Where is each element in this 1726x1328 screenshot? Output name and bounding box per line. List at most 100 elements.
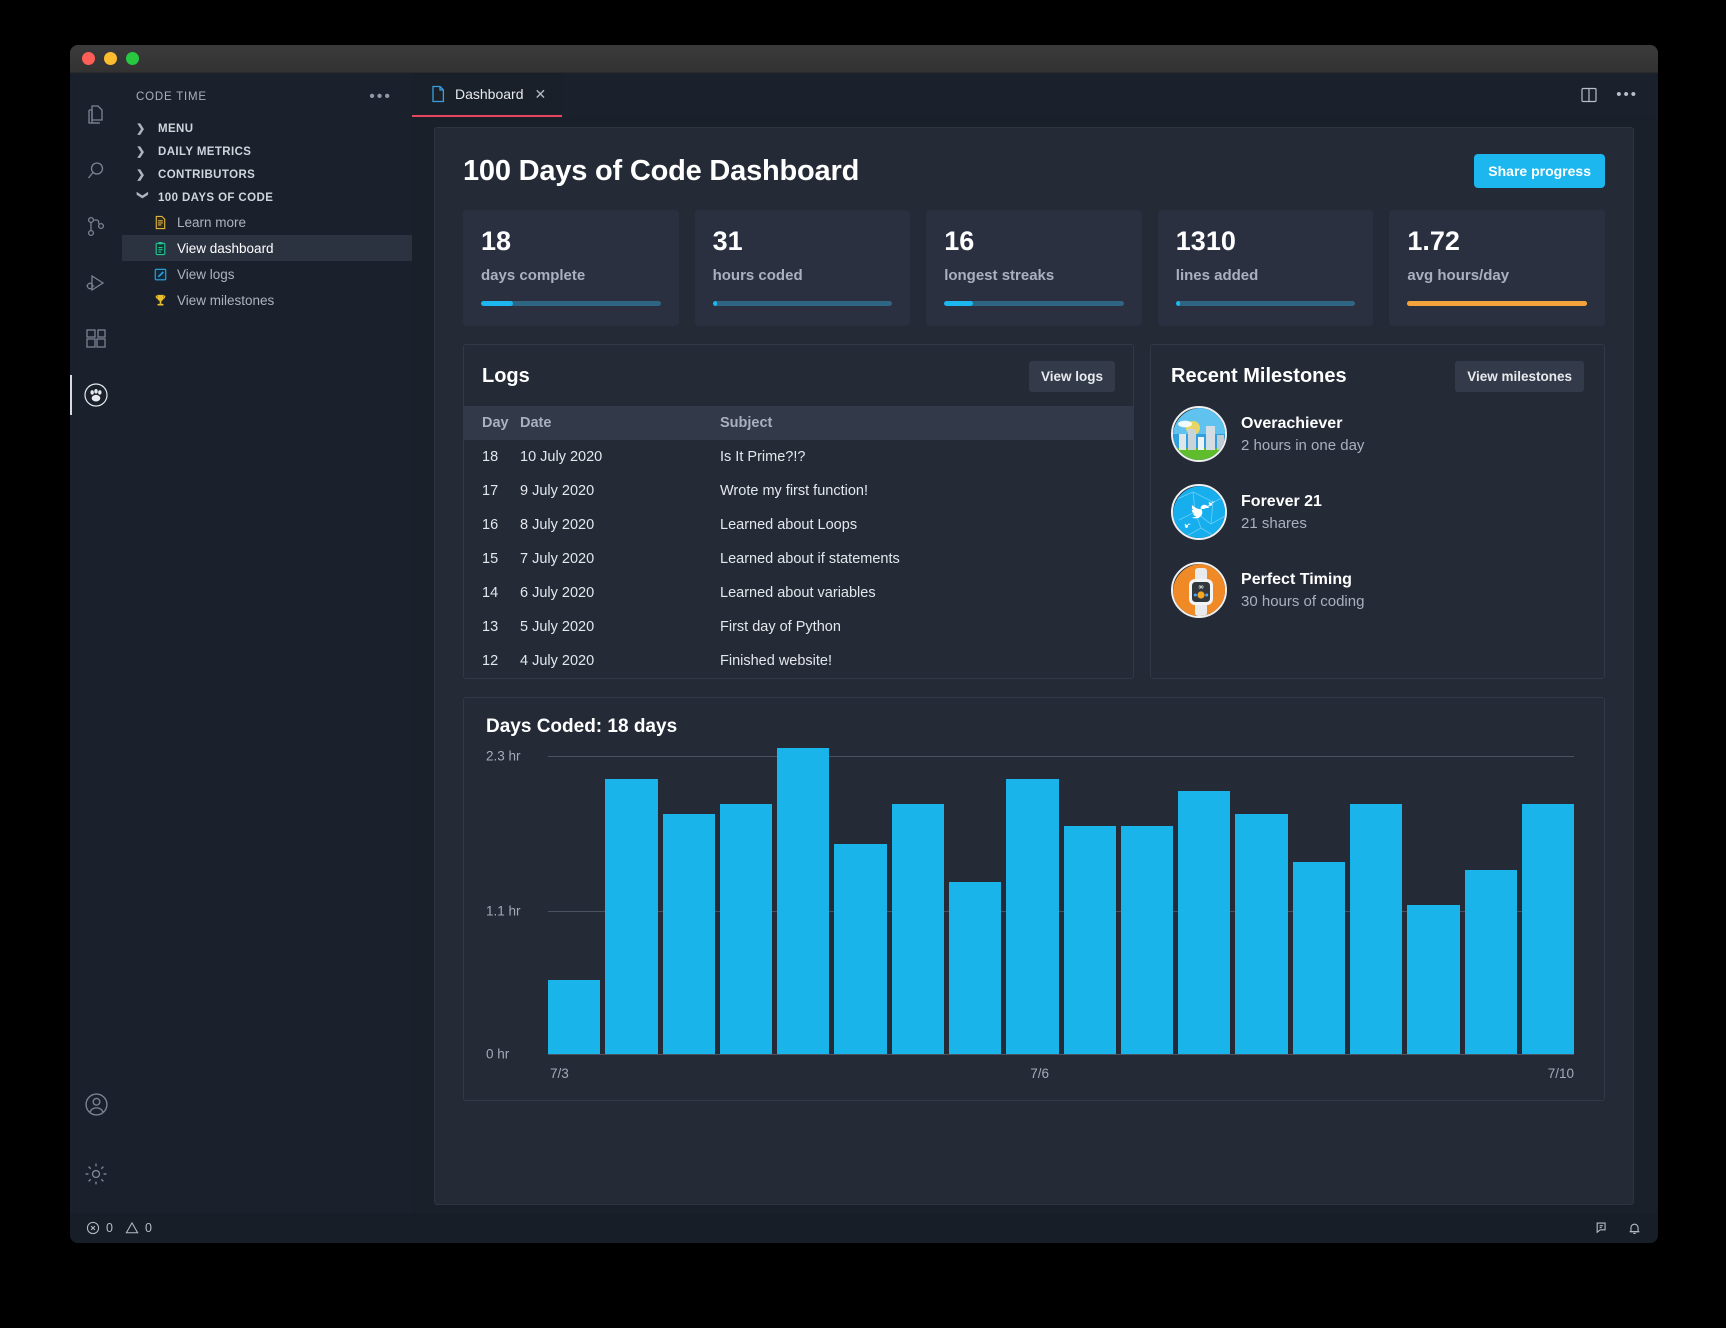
- tree-section-daily-metrics[interactable]: ❯ DAILY METRICS: [122, 140, 412, 163]
- source-control-icon[interactable]: [70, 199, 122, 255]
- status-bar: 0 0: [70, 1213, 1658, 1243]
- cell-day: 18: [464, 440, 520, 474]
- milestone-item[interactable]: Forever 21 21 shares: [1171, 484, 1584, 540]
- table-row[interactable]: 13 5 July 2020 First day of Python: [464, 610, 1133, 644]
- pencil-square-icon: [152, 266, 168, 282]
- sidebar-item-label: View milestones: [177, 293, 274, 308]
- view-milestones-button[interactable]: View milestones: [1455, 361, 1584, 392]
- table-row[interactable]: 18 10 July 2020 Is It Prime?!?: [464, 440, 1133, 474]
- close-icon[interactable]: ✕: [535, 86, 547, 103]
- bar[interactable]: [663, 814, 715, 1054]
- sidebar-item-label: View dashboard: [177, 241, 274, 256]
- logs-panel-header: Logs View logs: [464, 361, 1133, 406]
- share-progress-button[interactable]: Share progress: [1474, 154, 1605, 188]
- settings-gear-icon[interactable]: [70, 1135, 122, 1213]
- split-editor-icon[interactable]: [1580, 86, 1598, 104]
- bar[interactable]: [1350, 804, 1402, 1054]
- stat-card-avg-hours-per-day: 1.72 avg hours/day: [1389, 210, 1605, 326]
- search-icon[interactable]: [70, 143, 122, 199]
- bar[interactable]: [720, 804, 772, 1054]
- milestone-text: Forever 21 21 shares: [1241, 493, 1322, 532]
- table-row[interactable]: 14 6 July 2020 Learned about variables: [464, 576, 1133, 610]
- cell-day: 15: [464, 542, 520, 576]
- code-time-paw-icon[interactable]: [70, 367, 122, 423]
- bar[interactable]: [892, 804, 944, 1054]
- sidebar-item-learn-more[interactable]: Learn more: [122, 209, 412, 235]
- tab-dashboard[interactable]: Dashboard ✕: [412, 73, 562, 117]
- tree-section-label: CONTRIBUTORS: [158, 169, 255, 181]
- bar[interactable]: [834, 844, 886, 1054]
- progress-track: [481, 301, 661, 306]
- stat-card-longest-streaks: 16 longest streaks: [926, 210, 1142, 326]
- table-row[interactable]: 15 7 July 2020 Learned about if statemen…: [464, 542, 1133, 576]
- sidebar-item-view-milestones[interactable]: View milestones: [122, 287, 412, 313]
- table-row[interactable]: 16 8 July 2020 Learned about Loops: [464, 508, 1133, 542]
- close-window-button[interactable]: [82, 52, 95, 65]
- tree-section-menu[interactable]: ❯ MENU: [122, 117, 412, 140]
- more-actions-icon[interactable]: •••: [1616, 91, 1638, 99]
- stat-label: avg hours/day: [1407, 267, 1587, 284]
- account-icon[interactable]: [70, 1073, 122, 1135]
- dashboard-page: 100 Days of Code Dashboard Share progres…: [434, 127, 1634, 1205]
- status-bar-right: [1594, 1221, 1642, 1236]
- logs-title: Logs: [482, 365, 530, 388]
- x-axis-tick-label: 7/10: [1548, 1066, 1574, 1081]
- stat-value: 16: [944, 226, 1124, 257]
- chevron-down-icon: ❯: [137, 191, 150, 205]
- bar[interactable]: [1465, 870, 1517, 1054]
- tree-section-contributors[interactable]: ❯ CONTRIBUTORS: [122, 163, 412, 186]
- cell-date: 10 July 2020: [520, 440, 720, 474]
- table-row[interactable]: 17 9 July 2020 Wrote my first function!: [464, 474, 1133, 508]
- error-count: 0: [106, 1221, 113, 1235]
- progress-track: [944, 301, 1124, 306]
- cell-subject: Learned about if statements: [720, 542, 1133, 576]
- bar[interactable]: [1121, 826, 1173, 1054]
- stat-card-hours-coded: 31 hours coded: [695, 210, 911, 326]
- stat-value: 1.72: [1407, 226, 1587, 257]
- cell-date: 8 July 2020: [520, 508, 720, 542]
- bar[interactable]: [1178, 791, 1230, 1054]
- view-logs-button[interactable]: View logs: [1029, 361, 1115, 392]
- window-titlebar: [70, 45, 1658, 73]
- y-axis-tick-label: 1.1 hr: [486, 904, 521, 919]
- bar[interactable]: [605, 779, 657, 1054]
- bar[interactable]: [1522, 804, 1574, 1054]
- error-circle-icon[interactable]: [86, 1221, 100, 1235]
- stat-value: 31: [713, 226, 893, 257]
- feedback-icon[interactable]: [1594, 1221, 1609, 1236]
- bar[interactable]: [949, 882, 1001, 1054]
- milestone-item[interactable]: Overachiever 2 hours in one day: [1171, 406, 1584, 462]
- extensions-icon[interactable]: [70, 311, 122, 367]
- maximize-window-button[interactable]: [126, 52, 139, 65]
- sidebar-item-label: Learn more: [177, 215, 246, 230]
- cell-day: 12: [464, 644, 520, 678]
- side-bar-more-actions-icon[interactable]: •••: [369, 93, 392, 101]
- table-row[interactable]: 12 4 July 2020 Finished website!: [464, 644, 1133, 678]
- explorer-icon[interactable]: [70, 87, 122, 143]
- tree-section-label: MENU: [158, 123, 193, 135]
- svg-text:30: 30: [1198, 584, 1204, 589]
- cell-subject: Finished website!: [720, 644, 1133, 678]
- sidebar-item-view-logs[interactable]: View logs: [122, 261, 412, 287]
- tree-section-100-days-of-code[interactable]: ❯ 100 DAYS OF CODE: [122, 186, 412, 209]
- stat-label: hours coded: [713, 267, 893, 284]
- bar[interactable]: [1407, 905, 1459, 1054]
- minimize-window-button[interactable]: [104, 52, 117, 65]
- sidebar-item-view-dashboard[interactable]: View dashboard: [122, 235, 412, 261]
- run-and-debug-icon[interactable]: [70, 255, 122, 311]
- warning-triangle-icon[interactable]: [125, 1221, 139, 1235]
- chart-title: Days Coded: 18 days: [486, 716, 1582, 738]
- bar[interactable]: [1064, 826, 1116, 1054]
- bar[interactable]: [1006, 779, 1058, 1054]
- bar[interactable]: [777, 748, 829, 1054]
- bar[interactable]: [1235, 814, 1287, 1054]
- bar[interactable]: [548, 980, 600, 1054]
- editor-tabs-bar: Dashboard ✕ •••: [412, 73, 1658, 117]
- editor-area: Dashboard ✕ ••• 100 Days of Code Dashboa…: [412, 73, 1658, 1213]
- stat-label: days complete: [481, 267, 661, 284]
- milestone-item[interactable]: 30 Perfect Timing 30 hours of coding: [1171, 562, 1584, 618]
- chevron-right-icon: ❯: [136, 145, 150, 158]
- warning-count: 0: [145, 1221, 152, 1235]
- notifications-bell-icon[interactable]: [1627, 1221, 1642, 1236]
- bar[interactable]: [1293, 862, 1345, 1054]
